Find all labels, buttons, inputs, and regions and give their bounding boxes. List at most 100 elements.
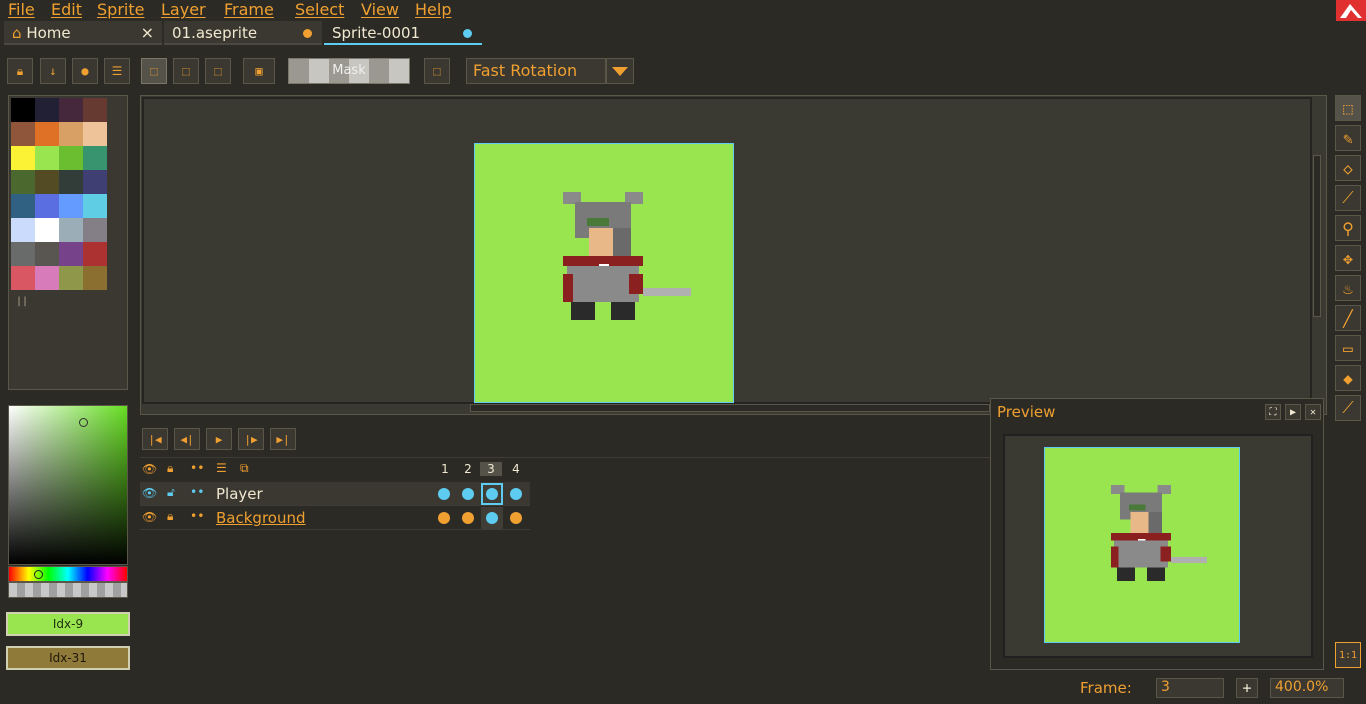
palette-swatch[interactable] bbox=[11, 242, 35, 266]
zoom-reset-button[interactable]: 1:1 bbox=[1335, 642, 1361, 668]
palette-swatch[interactable] bbox=[59, 170, 83, 194]
play-icon[interactable]: ▶ bbox=[206, 428, 232, 450]
menu-sprite[interactable]: Sprite bbox=[97, 0, 144, 19]
pivot-icon[interactable]: ● bbox=[72, 58, 98, 84]
blur-icon[interactable]: ⟋ bbox=[1335, 395, 1361, 421]
next-frame-icon[interactable]: |▶ bbox=[238, 428, 264, 450]
cel[interactable] bbox=[433, 507, 455, 529]
list-icon[interactable]: ☰ bbox=[104, 58, 130, 84]
line-icon[interactable]: ╱ bbox=[1335, 305, 1361, 331]
first-frame-icon[interactable]: |◀ bbox=[142, 428, 168, 450]
palette-swatch[interactable] bbox=[59, 194, 83, 218]
palette-swatch[interactable] bbox=[83, 218, 107, 242]
menu-layer[interactable]: Layer bbox=[161, 0, 206, 19]
unlock-icon[interactable]: 🔓︎ bbox=[167, 485, 175, 500]
menu-edit[interactable]: Edit bbox=[51, 0, 82, 19]
frame-input[interactable]: 3 bbox=[1156, 678, 1224, 698]
selection-add-icon[interactable]: ⬚ bbox=[173, 58, 199, 84]
palette-swatch[interactable] bbox=[83, 194, 107, 218]
palette-swatch[interactable] bbox=[35, 194, 59, 218]
lock-icon[interactable]: 🔒︎ bbox=[167, 461, 173, 476]
vertical-scrollbar[interactable] bbox=[1313, 155, 1321, 317]
continuous-icon[interactable]: •• bbox=[190, 485, 204, 499]
arrow-down-icon[interactable]: ↓ bbox=[40, 58, 66, 84]
palette-swatch[interactable] bbox=[83, 122, 107, 146]
rectangle-icon[interactable]: ▭ bbox=[1335, 335, 1361, 361]
palette-swatch[interactable] bbox=[35, 146, 59, 170]
menu-frame[interactable]: Frame bbox=[224, 0, 274, 19]
lock-icon[interactable]: 🔒︎ bbox=[167, 509, 173, 524]
palette-swatch[interactable] bbox=[11, 266, 35, 290]
cel[interactable] bbox=[457, 507, 479, 529]
selection-subtract-icon[interactable]: ⬚ bbox=[205, 58, 231, 84]
palette-swatch[interactable] bbox=[35, 242, 59, 266]
add-frame-button[interactable]: + bbox=[1236, 678, 1258, 698]
cel[interactable] bbox=[505, 507, 527, 529]
cel[interactable] bbox=[457, 483, 479, 505]
frame-number-2[interactable]: 2 bbox=[457, 462, 479, 476]
palette-swatch[interactable] bbox=[59, 266, 83, 290]
pixel-grid-icon[interactable]: ⬚ bbox=[424, 58, 450, 84]
menu-help[interactable]: Help bbox=[415, 0, 451, 19]
background-color-button[interactable]: Idx-31 bbox=[6, 646, 130, 670]
palette-swatch[interactable] bbox=[35, 122, 59, 146]
sprite-canvas[interactable] bbox=[474, 143, 734, 403]
palette-resize-handle[interactable]: || bbox=[16, 296, 28, 307]
palette-swatch[interactable] bbox=[35, 170, 59, 194]
palette-swatch[interactable] bbox=[83, 170, 107, 194]
palette-swatch[interactable] bbox=[11, 98, 35, 122]
palette-swatch[interactable] bbox=[83, 242, 107, 266]
palette-swatch[interactable] bbox=[59, 218, 83, 242]
cel[interactable] bbox=[481, 483, 503, 505]
tab-home[interactable]: ⌂ Home × bbox=[4, 21, 162, 45]
layer-name[interactable]: Player bbox=[216, 485, 263, 503]
foreground-color-button[interactable]: Idx-9 bbox=[6, 612, 130, 636]
selection-replace-icon[interactable]: ⬚ bbox=[141, 58, 167, 84]
frame-number-3[interactable]: 3 bbox=[480, 462, 502, 476]
close-icon[interactable]: ✕ bbox=[1305, 404, 1321, 420]
eye-icon[interactable]: 👁︎ bbox=[142, 486, 157, 500]
palette-swatch[interactable] bbox=[11, 170, 35, 194]
palette-swatch[interactable] bbox=[59, 98, 83, 122]
palette-swatch[interactable] bbox=[83, 146, 107, 170]
hue-slider[interactable] bbox=[8, 566, 128, 582]
tab-sprite-0001[interactable]: Sprite-0001 bbox=[324, 21, 482, 45]
last-frame-icon[interactable]: ▶| bbox=[270, 428, 296, 450]
rectangular-marquee-icon[interactable]: ⬚ bbox=[1335, 95, 1361, 121]
menu-select[interactable]: Select bbox=[295, 0, 344, 19]
paint-bucket-icon[interactable]: ♨ bbox=[1335, 275, 1361, 301]
color-cursor[interactable] bbox=[79, 418, 88, 427]
fullscreen-icon[interactable]: ⛶ bbox=[1265, 404, 1281, 420]
cel[interactable] bbox=[433, 483, 455, 505]
layer-name[interactable]: Background bbox=[216, 509, 306, 527]
palette-swatch[interactable] bbox=[59, 242, 83, 266]
palette-swatch[interactable] bbox=[35, 218, 59, 242]
tab-01-aseprite[interactable]: 01.aseprite bbox=[164, 21, 322, 45]
mask-color-button[interactable]: Mask bbox=[288, 58, 410, 84]
eyedropper-icon[interactable]: ⟋ bbox=[1335, 185, 1361, 211]
zoom-input[interactable]: 400.0% bbox=[1270, 678, 1344, 698]
frame-number-1[interactable]: 1 bbox=[434, 462, 456, 476]
palette-swatch[interactable] bbox=[11, 146, 35, 170]
color-spectrum[interactable] bbox=[8, 405, 128, 565]
transparent-color-icon[interactable]: ▣ bbox=[243, 58, 275, 84]
chevron-down-icon[interactable] bbox=[606, 58, 634, 84]
previous-frame-icon[interactable]: ◀| bbox=[174, 428, 200, 450]
layer-options-icon[interactable]: ☰ bbox=[216, 461, 227, 475]
hue-cursor[interactable] bbox=[34, 570, 43, 579]
contour-icon[interactable]: ◆ bbox=[1335, 365, 1361, 391]
palette-swatch[interactable] bbox=[35, 266, 59, 290]
palette-swatch[interactable] bbox=[35, 98, 59, 122]
eraser-icon[interactable]: ◇ bbox=[1335, 155, 1361, 181]
eye-icon[interactable]: 👁︎ bbox=[142, 462, 157, 476]
close-icon[interactable]: × bbox=[141, 23, 154, 42]
continuous-icon[interactable]: •• bbox=[190, 461, 204, 475]
alpha-slider[interactable] bbox=[8, 582, 128, 598]
onion-skin-icon[interactable]: ⧉ bbox=[240, 461, 249, 476]
palette-swatch[interactable] bbox=[11, 194, 35, 218]
rotation-algorithm-select[interactable]: Fast Rotation bbox=[466, 58, 606, 84]
palette-swatch[interactable] bbox=[59, 146, 83, 170]
play-icon[interactable]: ▶ bbox=[1285, 404, 1301, 420]
lock-icon[interactable]: 🔒︎ bbox=[7, 58, 33, 84]
palette-swatch[interactable] bbox=[83, 266, 107, 290]
